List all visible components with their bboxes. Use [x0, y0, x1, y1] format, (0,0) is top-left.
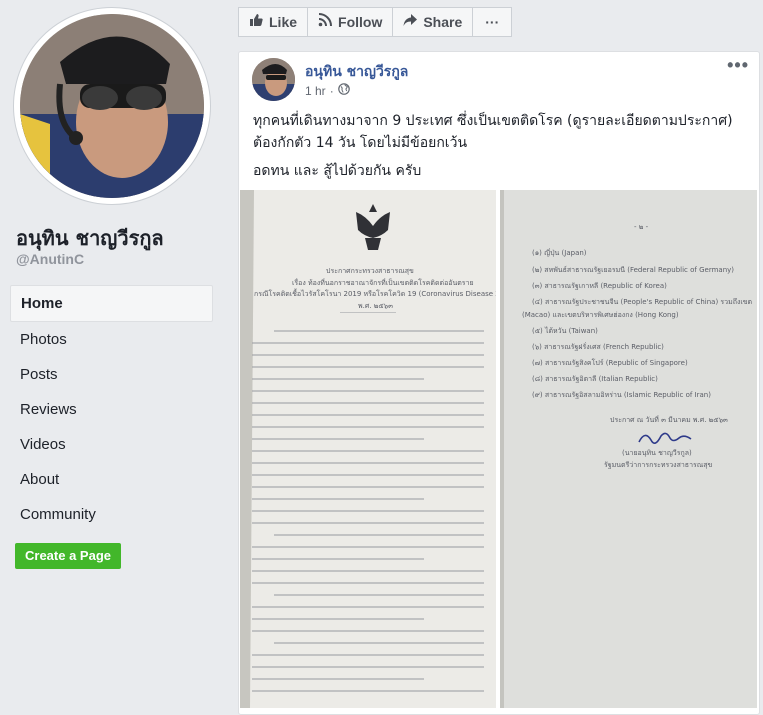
doc-given-date: ประกาศ ณ วันที่ ๓ มีนาคม พ.ศ. ๒๕๖๓ — [610, 416, 728, 424]
follow-label: Follow — [338, 14, 383, 30]
doc-text-line — [252, 486, 484, 488]
nav-videos[interactable]: Videos — [10, 427, 213, 462]
doc-country-6: (๖) สาธารณรัฐฝรั่งเศส (French Republic) — [532, 343, 664, 351]
post-photo-announcement-page1[interactable]: ประกาศกระทรวงสาธารณสุข เรื่อง ท้องที่นอก… — [240, 190, 496, 708]
doc-text-line — [252, 450, 484, 452]
nav-community[interactable]: Community — [10, 497, 213, 532]
nav-about[interactable]: About — [10, 462, 213, 497]
doc-country-5: (๕) ไต้หวัน (Taiwan) — [532, 327, 598, 335]
doc-country-2: (๒) สหพันธ์สาธารณรัฐเยอรมนี (Federal Rep… — [532, 266, 735, 274]
doc-text-line — [252, 690, 484, 692]
doc-text-line — [252, 522, 484, 524]
doc-text-line — [252, 462, 484, 464]
doc-page-number: - ๒ - — [634, 223, 649, 231]
doc-text-line — [252, 546, 484, 548]
post-text-line: ทุกคนที่เดินทางมาจาก 9 ประเทศ ซึ่งเป็นเข… — [253, 110, 753, 154]
doc-country-4b: (Macao) และเขตบริหารพิเศษฮ่องกง (Hong Ko… — [522, 311, 679, 319]
doc-text-line — [252, 678, 424, 680]
doc-text-line — [274, 330, 484, 332]
doc-country-9: (๙) สาธารณรัฐอิสลามอิหร่าน (Islamic Repu… — [532, 391, 711, 399]
doc-text-line — [252, 582, 484, 584]
doc-text-line — [252, 402, 484, 404]
doc-country-1: (๑) ญี่ปุ่น (Japan) — [532, 249, 587, 257]
post-author-avatar[interactable] — [252, 58, 295, 101]
doc-text-line — [252, 666, 484, 668]
follow-page-button[interactable]: Follow — [307, 7, 394, 37]
share-arrow-icon — [403, 8, 418, 36]
doc-text-line — [252, 630, 484, 632]
share-page-button[interactable]: Share — [392, 7, 474, 37]
doc-text-line — [274, 594, 484, 596]
doc-date: พ.ศ. ๒๕๖๓ — [358, 302, 393, 310]
doc-text-line — [274, 642, 484, 644]
post-photo-announcement-page2[interactable]: - ๒ - (๑) ญี่ปุ่น (Japan) (๒) สหพันธ์สาธ… — [500, 190, 757, 708]
doc-rule — [340, 312, 396, 313]
nav-reviews[interactable]: Reviews — [10, 392, 213, 427]
post-text-line3: อดทน และ สู้ไปด้วยกัน ครับ — [253, 163, 422, 179]
doc-text-line — [252, 558, 424, 560]
doc-country-3: (๓) สาธารณรัฐเกาหลี (Republic of Korea) — [532, 282, 667, 290]
post-options-icon[interactable]: ••• — [727, 55, 749, 76]
like-label: Like — [269, 14, 298, 30]
page-nav: Home Photos Posts Reviews Videos About C… — [10, 285, 213, 532]
doc-text-line — [252, 498, 424, 500]
profile-photo — [20, 14, 204, 198]
left-sidebar: อนุทิน ชาญวีรกูล @AnutinC Home Photos Po… — [0, 0, 226, 713]
nav-posts[interactable]: Posts — [10, 357, 213, 392]
post-text-line1: ทุกคนที่เดินทางมาจาก 9 ประเทศ ซึ่งเป็นเข… — [253, 113, 733, 129]
doc-text-line — [252, 426, 484, 428]
post-card: อนุทิน ชาญวีรกูล 1 hr · ••• ทุกคนที่เดิน… — [238, 51, 760, 715]
page-handle[interactable]: @AnutinC — [16, 251, 84, 267]
thumbs-up-icon — [249, 8, 263, 36]
like-page-button[interactable]: Like — [238, 7, 309, 37]
doc-country-8: (๘) สาธารณรัฐอิตาลี (Italian Republic) — [532, 375, 658, 383]
doc-subject: เรื่อง ท้องที่นอกราชอาณาจักรที่เป็นเขตติ… — [292, 279, 474, 287]
doc-subject-line2: กรณีโรคติดเชื้อไวรัสโคโรนา 2019 หรือโรคโ… — [254, 290, 496, 298]
doc-signer-title: รัฐมนตรีว่าการกระทรวงสาธารณสุข — [604, 461, 713, 469]
globe-icon — [337, 83, 350, 98]
doc-text-line — [252, 654, 484, 656]
create-page-button[interactable]: Create a Page — [15, 543, 121, 569]
post-author-name[interactable]: อนุทิน ชาญวีรกูล — [305, 61, 408, 83]
meta-separator: · — [329, 83, 334, 98]
doc-country-4: (๔) สาธารณรัฐประชาชนจีน (People's Republ… — [532, 298, 753, 306]
doc-country-7: (๗) สาธารณรัฐสิงคโปร์ (Republic of Singa… — [532, 359, 688, 367]
more-options-button[interactable]: ··· — [472, 7, 513, 37]
doc-text-line — [252, 378, 424, 380]
post-text-line2: ต้องกักตัว 14 วัน โดยไม่มีข้อยกเว้น — [253, 135, 468, 151]
garuda-emblem-icon — [350, 202, 396, 259]
rss-icon — [318, 8, 333, 36]
doc-text-line — [252, 570, 484, 572]
page-name[interactable]: อนุทิน ชาญวีรกูล — [16, 222, 164, 254]
doc-text-line — [252, 390, 484, 392]
doc-text-line — [252, 618, 424, 620]
doc-text-line — [274, 534, 484, 536]
nav-photos[interactable]: Photos — [10, 322, 213, 357]
doc-text-line — [252, 474, 484, 476]
doc-header: ประกาศกระทรวงสาธารณสุข — [326, 267, 414, 275]
page-action-bar: Like Follow Share ··· — [238, 7, 513, 37]
doc-signer-name: (นายอนุทิน ชาญวีรกูล) — [622, 449, 692, 457]
share-label: Share — [423, 14, 463, 30]
post-meta: 1 hr · — [305, 83, 350, 98]
doc-text-line — [252, 606, 484, 608]
post-timestamp[interactable]: 1 hr — [305, 84, 326, 98]
post-text: ทุกคนที่เดินทางมาจาก 9 ประเทศ ซึ่งเป็นเข… — [253, 110, 753, 188]
doc-text-line — [252, 438, 424, 440]
doc-text-line — [252, 414, 484, 416]
profile-picture[interactable] — [14, 8, 210, 204]
doc-text-line — [252, 510, 484, 512]
doc-text-line — [252, 342, 484, 344]
doc-text-line — [252, 354, 484, 356]
doc-text-line — [252, 366, 484, 368]
nav-home[interactable]: Home — [10, 285, 213, 322]
